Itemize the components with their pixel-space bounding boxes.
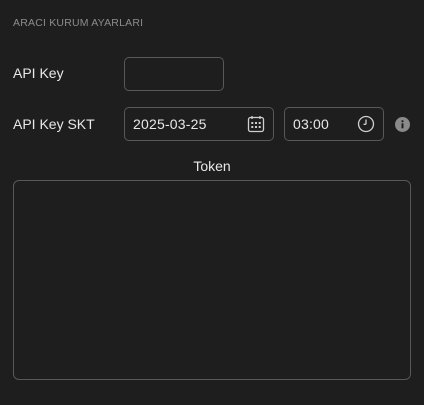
- api-key-skt-label: API Key SKT: [13, 116, 95, 132]
- api-key-input[interactable]: [124, 57, 224, 91]
- api-key-label: API Key: [13, 65, 64, 81]
- token-label: Token: [193, 158, 231, 174]
- clock-icon[interactable]: [357, 115, 375, 133]
- token-textarea[interactable]: [13, 180, 411, 380]
- api-key-skt-time-input[interactable]: 03:00: [284, 107, 384, 141]
- time-value: 03:00: [293, 116, 330, 132]
- info-icon[interactable]: [395, 117, 410, 132]
- section-title: ARACI KURUM AYARLARI: [13, 17, 144, 29]
- calendar-icon[interactable]: [247, 115, 265, 133]
- api-key-skt-date-input[interactable]: 2025-03-25: [124, 107, 274, 141]
- date-value: 2025-03-25: [133, 116, 207, 132]
